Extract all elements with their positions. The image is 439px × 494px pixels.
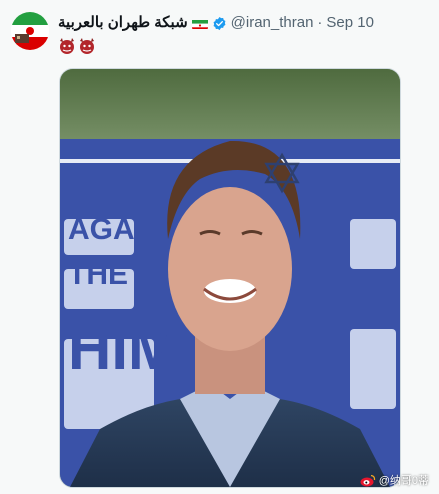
user-handle[interactable]: @iran_thran	[231, 14, 314, 32]
tweet-header: شبكة طهران بالعربية @iran_thran · Sep 10	[58, 14, 429, 32]
angry-devil-icon	[58, 37, 76, 55]
profile-avatar[interactable]	[11, 12, 49, 50]
sign-text-line: HIM	[68, 315, 178, 382]
tweet-date[interactable]: Sep 10	[326, 14, 374, 32]
separator-dot: ·	[317, 14, 323, 31]
watermark-text: @纳哥0蒂	[378, 475, 429, 487]
sign-text-line: AGA	[68, 213, 135, 246]
display-name[interactable]: شبكة طهران بالعربية	[58, 14, 188, 32]
weibo-logo-icon	[360, 474, 376, 487]
sign-text-line: THE	[68, 258, 128, 291]
iran-flag-icon	[191, 18, 208, 29]
tweet-text	[58, 37, 96, 55]
verified-badge-icon	[212, 16, 227, 31]
angry-devil-icon	[78, 37, 96, 55]
tweet-media-photo[interactable]: AGA THE HIM	[59, 68, 401, 488]
tweet[interactable]: شبكة طهران بالعربية @iran_thran · Sep 10	[0, 0, 439, 494]
weibo-watermark: @纳哥0蒂	[360, 472, 429, 488]
